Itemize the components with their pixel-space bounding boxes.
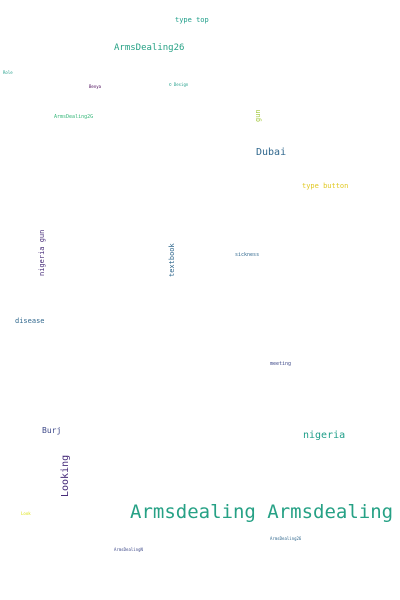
- word-sickness: sickness: [235, 252, 260, 258]
- word-nigeria-gun: nigeria gun: [38, 229, 46, 276]
- word-look: Look: [21, 511, 31, 516]
- word-gun: gun: [254, 109, 262, 122]
- word-armsdealing-armsdealing: Armsdealing Armsdealing: [130, 501, 394, 523]
- word-meeting: meeting: [270, 361, 292, 367]
- word-type-top: type top: [175, 16, 209, 24]
- word-armsdealing2g: ArmsDealing2G: [54, 114, 94, 120]
- word-type-button: type button: [302, 182, 349, 190]
- word-benya: Benya: [89, 84, 102, 89]
- word-cloud: type top ArmsDealing26 Role Benya © Desi…: [0, 0, 400, 600]
- word-textbook: textbook: [168, 243, 176, 277]
- word-design: © Design: [169, 82, 189, 87]
- word-armsdealingn: ArmsDealingN: [114, 547, 143, 552]
- word-role: Role: [3, 70, 13, 75]
- word-nigeria: nigeria: [303, 430, 346, 441]
- word-burj: Burj: [42, 426, 62, 435]
- word-disease: disease: [15, 317, 45, 325]
- word-armsdealing26-small: ArmsDealing26: [270, 536, 302, 541]
- word-looking: Looking: [60, 454, 71, 497]
- word-armsdealing26: ArmsDealing26: [114, 43, 185, 53]
- word-dubai: Dubai: [256, 147, 287, 158]
